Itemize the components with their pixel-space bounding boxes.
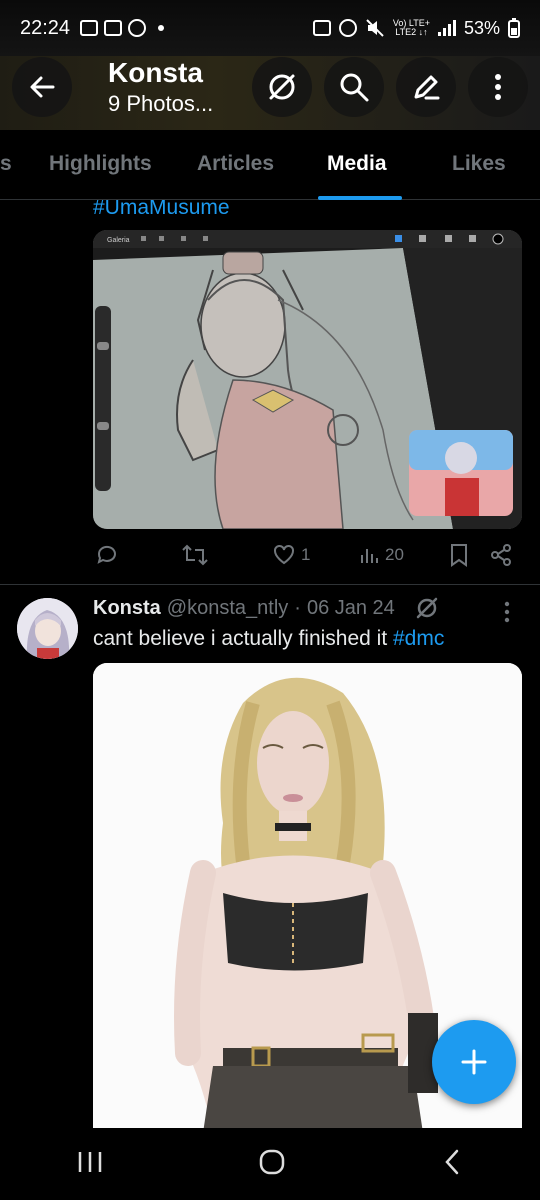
post-actions-bar: 1 20 [93,540,522,570]
grok-button[interactable] [252,57,312,117]
more-notifications-dot-icon [158,25,165,31]
like-count: 1 [301,545,311,564]
reply-icon [97,545,116,564]
post-more-button[interactable] [502,600,512,629]
screenshot-status-icon [312,20,331,36]
drawing-artwork: Galeria [93,230,522,529]
tab-media[interactable]: Media [327,152,387,176]
back-button[interactable] [12,57,72,117]
plus-icon [461,1049,487,1075]
reply-button[interactable] [95,543,125,567]
status-time: 22:24 [20,16,71,39]
heart-icon [274,544,294,565]
author-name[interactable]: Konsta [93,597,161,620]
recent-apps-icon [79,1151,102,1172]
chevron-left-icon [444,1149,458,1174]
post-date[interactable]: 06 Jan 24 [307,597,395,620]
tweet-body: cant believe i actually finished it [93,627,393,650]
network-bottom-label: LTE2 ↓↑ [395,27,428,37]
more-options-button[interactable] [468,57,528,117]
tab-replies[interactable]: s [0,152,12,176]
header-title-block: Konsta 9 Photos... [108,57,213,117]
more-vertical-icon [495,74,501,100]
repost-button[interactable] [181,543,215,567]
tab-articles[interactable]: Articles [197,152,274,176]
author-handle[interactable]: @konsta_ntly [167,597,288,620]
arrow-left-icon [30,76,55,98]
like-button[interactable]: 1 [273,544,310,566]
bookmark-button[interactable] [449,543,469,567]
tweet-text: cant believe i actually finished it #dmc [93,627,444,651]
share-button[interactable] [489,543,513,567]
view-count: 20 [385,545,404,564]
profile-name: Konsta [108,57,203,88]
network-indicator: Vo) LTE+ LTE2 ↓↑ [393,19,430,37]
search-button[interactable] [324,57,384,117]
tab-likes[interactable]: Likes [452,152,506,176]
post-divider [0,584,540,585]
signal-icon [437,20,456,36]
gallery-notification-icon [80,20,99,36]
system-navigation-bar [0,1128,540,1200]
views-button[interactable]: 20 [359,545,404,565]
account-notification-icon [128,19,147,37]
grok-icon [269,74,295,100]
tweet-header: Konsta @konsta_ntly · 06 Jan 24 [93,596,439,620]
avatar[interactable] [17,598,78,659]
search-icon [340,73,369,102]
profile-tabs: s Highlights Articles Media Likes [0,130,540,200]
device-notification-icon [104,20,123,36]
post-image-drawing[interactable]: Galeria [93,230,522,529]
home-icon [259,1149,285,1174]
views-chart-icon [361,549,378,563]
repost-icon [182,544,208,566]
edit-button[interactable] [396,57,456,117]
tweet-hashtag-link[interactable]: #dmc [393,627,444,650]
more-vertical-icon [504,601,510,623]
compose-button[interactable] [432,1020,516,1104]
share-icon [491,544,511,566]
app-label: Galeria [107,237,130,244]
bookmark-icon [451,544,467,567]
battery-level: 53% [463,17,500,38]
recent-apps-button[interactable] [76,1149,104,1180]
meta-separator: · [294,596,301,619]
grok-icon[interactable] [415,596,439,620]
mute-icon [366,19,384,37]
battery-charging-icon [508,18,520,38]
avatar-image [17,598,78,659]
media-count: 9 Photos... [108,91,214,116]
status-bar: 22:24 Vo) LTE+ LTE2 ↓↑ 53% [0,0,540,56]
active-tab-indicator [318,196,402,200]
tab-highlights[interactable]: Highlights [49,152,152,176]
alarm-icon [338,19,357,37]
back-nav-button[interactable] [440,1147,464,1182]
profile-header: Konsta 9 Photos... [0,44,540,130]
pencil-icon [414,75,440,100]
home-button[interactable] [257,1147,287,1182]
